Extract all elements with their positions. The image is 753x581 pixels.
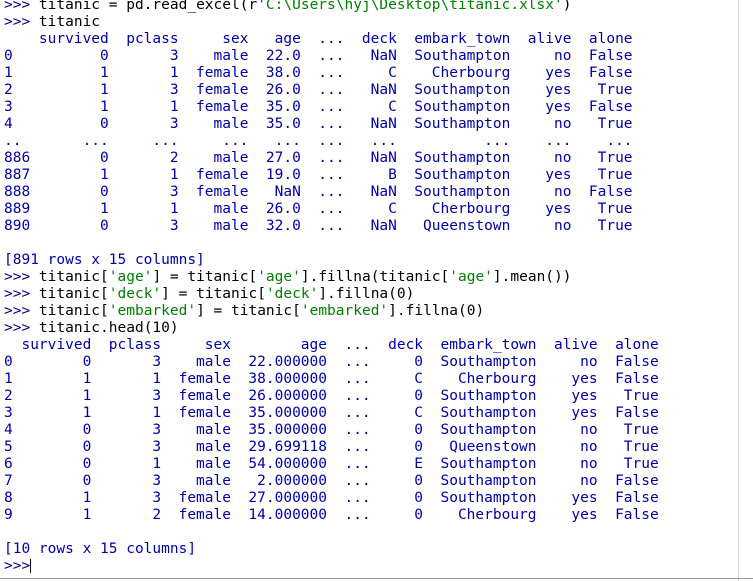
table-header: survived pclass sex age ... deck embark_… — [4, 337, 659, 353]
string-literal: 'age' — [257, 269, 301, 285]
input-line-read-excel: >>> titanic = pd.read_excel(r'C:\Users\h… — [4, 0, 571, 14]
table-header: survived pclass sex age ... deck embark_… — [4, 31, 633, 47]
table-row: 1 1 1 female 38.000000 ... C Cherbourg y… — [4, 371, 659, 387]
prompt: >>> — [4, 558, 31, 574]
table-row: 886 0 2 male 27.0 ... NaN Southampton no… — [4, 150, 633, 166]
table-summary: [891 rows x 15 columns] — [4, 252, 205, 268]
table-row: 0 0 3 male 22.000000 ... 0 Southampton n… — [4, 354, 659, 370]
table-row-ellipsis: .. ... ... ... ... ... ... ... ... ... — [4, 133, 633, 149]
code-text: ].mean()) — [492, 269, 572, 285]
python-shell-console[interactable]: >>> titanic = pd.read_excel(r'C:\Users\h… — [0, 0, 753, 581]
input-line-fillna-embarked: >>> titanic['embarked'] = titanic['embar… — [4, 303, 484, 320]
code-text: ].fillna(0) — [318, 286, 415, 302]
code-text: ] = titanic[ — [196, 303, 301, 319]
input-line-head: >>> titanic.head(10) — [4, 320, 179, 337]
table-row: 9 1 2 female 14.000000 ... 0 Cherbourg y… — [4, 507, 659, 523]
table-row: 0 0 3 male 22.0 ... NaN Southampton no F… — [4, 48, 633, 64]
table-row: 4 0 3 male 35.0 ... NaN Southampton no T… — [4, 116, 633, 132]
string-literal: 'embarked' — [108, 303, 197, 319]
table-row: 1 1 1 female 38.0 ... C Cherbourg yes Fa… — [4, 65, 633, 81]
code-text: titanic — [30, 14, 101, 30]
table-row: 2 1 3 female 26.000000 ... 0 Southampton… — [4, 388, 659, 404]
string-literal: 'age' — [449, 269, 493, 285]
code-text: ].fillna(titanic[ — [300, 269, 450, 285]
string-literal: 'age' — [108, 269, 153, 285]
code-text: ] = titanic[ — [161, 286, 266, 302]
input-line-fillna-deck: >>> titanic['deck'] = titanic['deck'].fi… — [4, 286, 414, 303]
prompt: >>> — [4, 14, 31, 30]
string-literal: 'C:\Users\hyj\Desktop\titanic.xlsx' — [257, 0, 563, 13]
table-row: 3 1 1 female 35.0 ... C Southampton yes … — [4, 99, 633, 115]
table-row: 2 1 3 female 26.0 ... NaN Southampton ye… — [4, 82, 633, 98]
prompt: >>> — [4, 303, 31, 319]
bottom-border — [0, 578, 753, 579]
code-text: titanic.head(10) — [30, 320, 179, 336]
table-row: 8 1 3 female 27.000000 ... 0 Southampton… — [4, 490, 659, 506]
table-row: 3 1 1 female 35.000000 ... C Southampton… — [4, 405, 659, 421]
code-text: ] = titanic[ — [152, 269, 258, 285]
table-row: 5 0 3 male 29.699118 ... 0 Queenstown no… — [4, 439, 659, 455]
input-line-current[interactable]: >>> — [4, 558, 32, 575]
string-literal: 'deck' — [108, 286, 162, 302]
code-text: ].fillna(0) — [388, 303, 485, 319]
table-summary: [10 rows x 15 columns] — [4, 541, 197, 557]
code-text: titanic[ — [30, 269, 109, 285]
code-text: titanic[ — [30, 303, 109, 319]
prompt: >>> — [4, 269, 31, 285]
table-row: 7 0 3 male 2.000000 ... 0 Southampton no… — [4, 473, 659, 489]
input-line-show-titanic: >>> titanic — [4, 14, 100, 31]
table-row: 888 0 3 female NaN ... NaN Southampton n… — [4, 184, 633, 200]
code-text: titanic = pd.read_excel(r — [30, 0, 258, 13]
string-literal: 'embarked' — [300, 303, 389, 319]
scrollbar-edge — [738, 0, 739, 581]
table-row: 6 0 1 male 54.000000 ... E Southampton n… — [4, 456, 659, 472]
string-literal: 'deck' — [265, 286, 319, 302]
prompt: >>> — [4, 0, 31, 13]
table-row: 889 1 1 male 26.0 ... C Cherbourg yes Tr… — [4, 201, 633, 217]
table-row: 4 0 3 male 35.000000 ... 0 Southampton n… — [4, 422, 659, 438]
input-line-fillna-age: >>> titanic['age'] = titanic['age'].fill… — [4, 269, 572, 286]
table-row: 890 0 3 male 32.0 ... NaN Queenstown no … — [4, 218, 633, 234]
prompt: >>> — [4, 320, 31, 336]
text-cursor — [30, 559, 32, 573]
prompt: >>> — [4, 286, 31, 302]
table-row: 887 1 1 female 19.0 ... B Southampton ye… — [4, 167, 633, 183]
code-text: titanic[ — [30, 286, 109, 302]
code-text: ) — [562, 0, 572, 13]
